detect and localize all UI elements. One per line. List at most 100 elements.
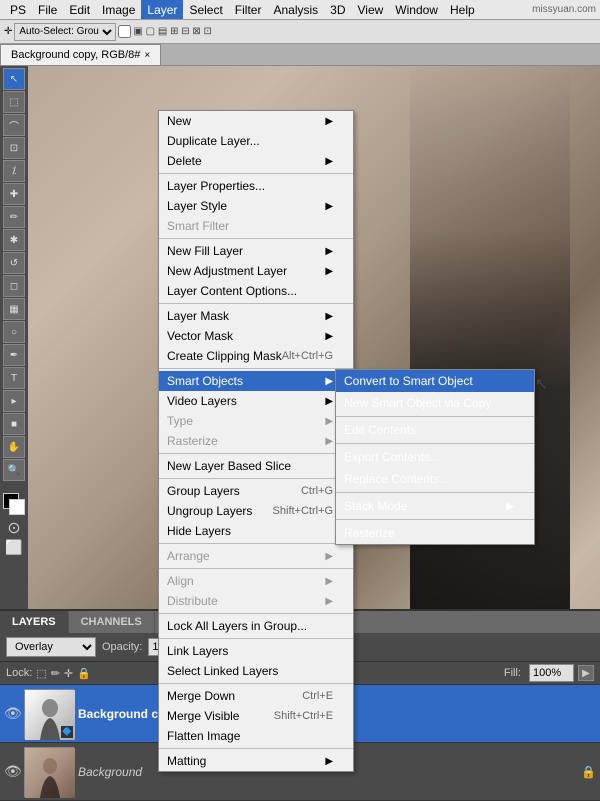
submenu-convert-to-smart-object[interactable]: Convert to Smart Object <box>336 370 534 392</box>
selection-tool[interactable]: ⬚ <box>3 91 25 113</box>
menu-merge-visible[interactable]: Merge VisibleShift+Ctrl+E <box>159 706 353 726</box>
menu-edit[interactable]: Edit <box>63 0 96 19</box>
toolbar: ✛ Auto-Select: Grou ▣ ▢ ▤ ⊞ ⊟ ⊠ ⊡ <box>0 20 600 44</box>
healing-tool[interactable]: ✚ <box>3 183 25 205</box>
menu-ungroup-layers[interactable]: Ungroup LayersShift+Ctrl+G <box>159 501 353 521</box>
menu-flatten-image[interactable]: Flatten Image <box>159 726 353 746</box>
lock-label: Lock: <box>6 667 32 679</box>
move-tool[interactable]: ↖ <box>3 68 25 90</box>
auto-select-dropdown[interactable]: Auto-Select: Grou <box>14 23 116 41</box>
submenu-rasterize[interactable]: Rasterize <box>336 522 534 544</box>
menu-hide-layers[interactable]: Hide Layers <box>159 521 353 541</box>
menu-smart-filter[interactable]: Smart Filter <box>159 216 353 236</box>
menu-delete[interactable]: Delete▶ <box>159 151 353 171</box>
menu-3d[interactable]: 3D <box>324 0 351 19</box>
dodge-tool[interactable]: ○ <box>3 321 25 343</box>
path-selection-tool[interactable]: ▸ <box>3 390 25 412</box>
menu-help[interactable]: Help <box>444 0 481 19</box>
history-tool[interactable]: ↺ <box>3 252 25 274</box>
brush-tool[interactable]: ✏ <box>3 206 25 228</box>
menu-merge-down[interactable]: Merge DownCtrl+E <box>159 686 353 706</box>
eraser-tool[interactable]: ◻ <box>3 275 25 297</box>
sep11 <box>159 683 353 684</box>
eye-icon-bg-copy[interactable]: 👁 <box>4 705 20 722</box>
menu-analysis[interactable]: Analysis <box>267 0 324 19</box>
menu-create-clipping-mask[interactable]: Create Clipping MaskAlt+Ctrl+G <box>159 346 353 366</box>
color-swatch[interactable] <box>3 493 25 515</box>
menu-window[interactable]: Window <box>389 0 444 19</box>
eye-icon-bg[interactable]: 👁 <box>4 763 20 780</box>
tab-close[interactable]: × <box>144 50 150 61</box>
menu-bar: PS File Edit Image Layer Select Filter A… <box>0 0 600 20</box>
tab-label: Background copy, RGB/8# <box>11 49 140 61</box>
menu-arrange[interactable]: Arrange▶ <box>159 546 353 566</box>
lock-transparent-icon[interactable]: ⬚ <box>36 667 46 680</box>
menu-lock-all-layers[interactable]: Lock All Layers in Group... <box>159 616 353 636</box>
show-transform-checkbox[interactable] <box>118 25 131 38</box>
tab-channels[interactable]: CHANNELS <box>69 611 155 633</box>
submenu-replace-contents[interactable]: Replace Contents... <box>336 468 534 490</box>
screen-mode-tool[interactable]: ⬜ <box>5 539 22 556</box>
menu-select[interactable]: Select <box>183 0 228 19</box>
menu-matting[interactable]: Matting▶ <box>159 751 353 771</box>
shape-tool[interactable]: ■ <box>3 413 25 435</box>
menu-image[interactable]: Image <box>96 0 141 19</box>
menu-file[interactable]: File <box>32 0 63 19</box>
submenu-stack-mode[interactable]: Stack Mode▶ <box>336 495 534 517</box>
menu-new-adjustment-layer[interactable]: New Adjustment Layer▶ <box>159 261 353 281</box>
menu-distribute[interactable]: Distribute▶ <box>159 591 353 611</box>
crop-tool[interactable]: ⊡ <box>3 137 25 159</box>
menu-vector-mask[interactable]: Vector Mask▶ <box>159 326 353 346</box>
menu-new-fill-layer[interactable]: New Fill Layer▶ <box>159 241 353 261</box>
lock-paint-icon[interactable]: ✏ <box>51 667 60 680</box>
sep12 <box>159 748 353 749</box>
gradient-tool[interactable]: ▦ <box>3 298 25 320</box>
menu-new-layer-based-slice[interactable]: New Layer Based Slice <box>159 456 353 476</box>
menu-type[interactable]: Type▶ <box>159 411 353 431</box>
sep8 <box>159 568 353 569</box>
sep1 <box>159 173 353 174</box>
submenu-export-contents[interactable]: Export Contents... <box>336 446 534 468</box>
submenu-new-smart-object-via-copy[interactable]: New Smart Object via Copy <box>336 392 534 414</box>
blend-mode-select[interactable]: Overlay <box>6 637 96 657</box>
menu-new[interactable]: New▶ <box>159 111 353 131</box>
menu-layer-properties[interactable]: Layer Properties... <box>159 176 353 196</box>
sub-sep3 <box>336 492 534 493</box>
sub-sep1 <box>336 416 534 417</box>
clone-tool[interactable]: ✱ <box>3 229 25 251</box>
menu-view[interactable]: View <box>352 0 390 19</box>
tab-layers[interactable]: LAYERS <box>0 611 69 633</box>
menu-select-linked-layers[interactable]: Select Linked Layers <box>159 661 353 681</box>
menu-layer-content-options[interactable]: Layer Content Options... <box>159 281 353 301</box>
hand-tool[interactable]: ✋ <box>3 436 25 458</box>
document-tab[interactable]: Background copy, RGB/8# × <box>0 44 161 65</box>
toolbar-icons-row: ▣ ▢ ▤ ⊞ ⊟ ⊠ ⊡ <box>133 26 212 37</box>
fill-label: Fill: <box>504 667 521 679</box>
submenu-edit-contents[interactable]: Edit Contents <box>336 419 534 441</box>
fill-arrow-btn[interactable]: ▶ <box>578 665 594 681</box>
pen-tool[interactable]: ✒ <box>3 344 25 366</box>
menu-align[interactable]: Align▶ <box>159 571 353 591</box>
type-tool[interactable]: T <box>3 367 25 389</box>
menu-video-layers[interactable]: Video Layers▶ <box>159 391 353 411</box>
menu-layer-style[interactable]: Layer Style▶ <box>159 196 353 216</box>
sub-sep2 <box>336 443 534 444</box>
sep5 <box>159 453 353 454</box>
lasso-tool[interactable]: ⌒ <box>3 114 25 136</box>
menu-group-layers[interactable]: Group LayersCtrl+G <box>159 481 353 501</box>
menu-rasterize[interactable]: Rasterize▶ <box>159 431 353 451</box>
menu-filter[interactable]: Filter <box>229 0 268 19</box>
eyedropper-tool[interactable]: ⁒ <box>3 160 25 182</box>
menu-link-layers[interactable]: Link Layers <box>159 641 353 661</box>
menu-smart-objects[interactable]: Smart Objects▶ Convert to Smart Object N… <box>159 371 353 391</box>
menu-duplicate-layer[interactable]: Duplicate Layer... <box>159 131 353 151</box>
lock-position-icon[interactable]: ✛ <box>64 667 73 680</box>
menu-layer[interactable]: Layer <box>141 0 183 19</box>
zoom-tool[interactable]: 🔍 <box>3 459 25 481</box>
layer-lock-badge-bg: 🔒 <box>581 765 596 779</box>
menu-ps[interactable]: PS <box>4 0 32 19</box>
quick-mask-tool[interactable]: ⊙ <box>7 518 20 538</box>
lock-all-icon[interactable]: 🔒 <box>77 667 91 680</box>
menu-layer-mask[interactable]: Layer Mask▶ <box>159 306 353 326</box>
fill-input[interactable] <box>529 664 574 682</box>
